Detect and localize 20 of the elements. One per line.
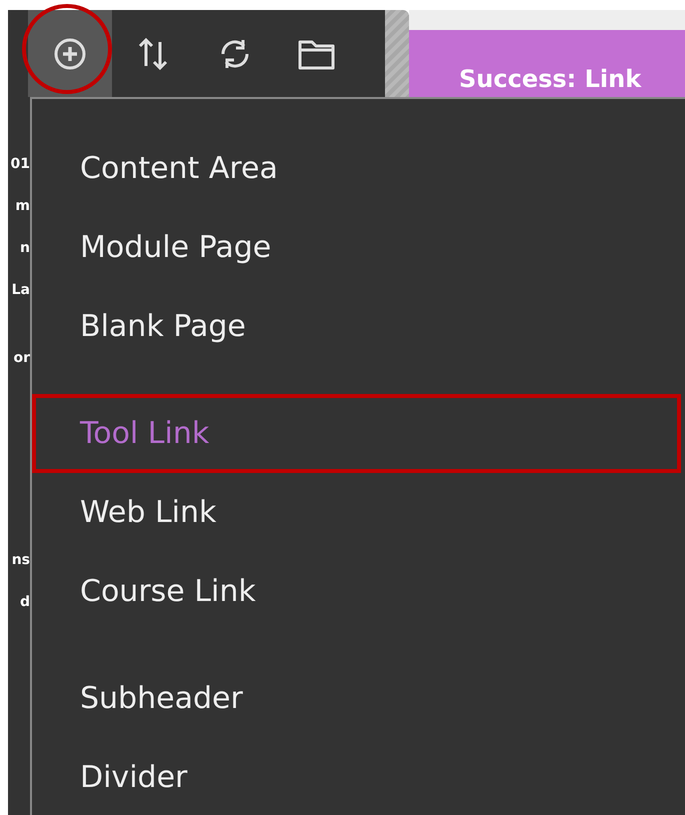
sidebar-text: 01 — [10, 157, 30, 171]
add-icon — [53, 36, 87, 70]
sort-icon — [136, 36, 170, 72]
sidebar-text: ns — [12, 553, 30, 567]
menu-item[interactable]: Divider — [32, 738, 685, 815]
sidebar-text: m — [15, 199, 30, 213]
menu-item[interactable]: Course Link — [32, 552, 685, 631]
menu-item[interactable]: Subheader — [32, 659, 685, 738]
menu-item[interactable]: Blank Page — [32, 287, 685, 366]
sidebar-text: or — [13, 351, 30, 365]
menu-item[interactable]: Content Area — [32, 129, 685, 208]
sidebar-text: La — [12, 283, 30, 297]
sidebar-text: d — [20, 595, 30, 609]
sidebar-text: n — [20, 241, 30, 255]
banner-text: Success: Link — [459, 65, 642, 95]
scrollbar[interactable] — [385, 10, 409, 97]
add-button[interactable] — [28, 10, 112, 97]
menu-item[interactable]: Tool Link — [32, 394, 685, 473]
menu-item[interactable]: Module Page — [32, 208, 685, 287]
menu-item[interactable]: Web Link — [32, 473, 685, 552]
